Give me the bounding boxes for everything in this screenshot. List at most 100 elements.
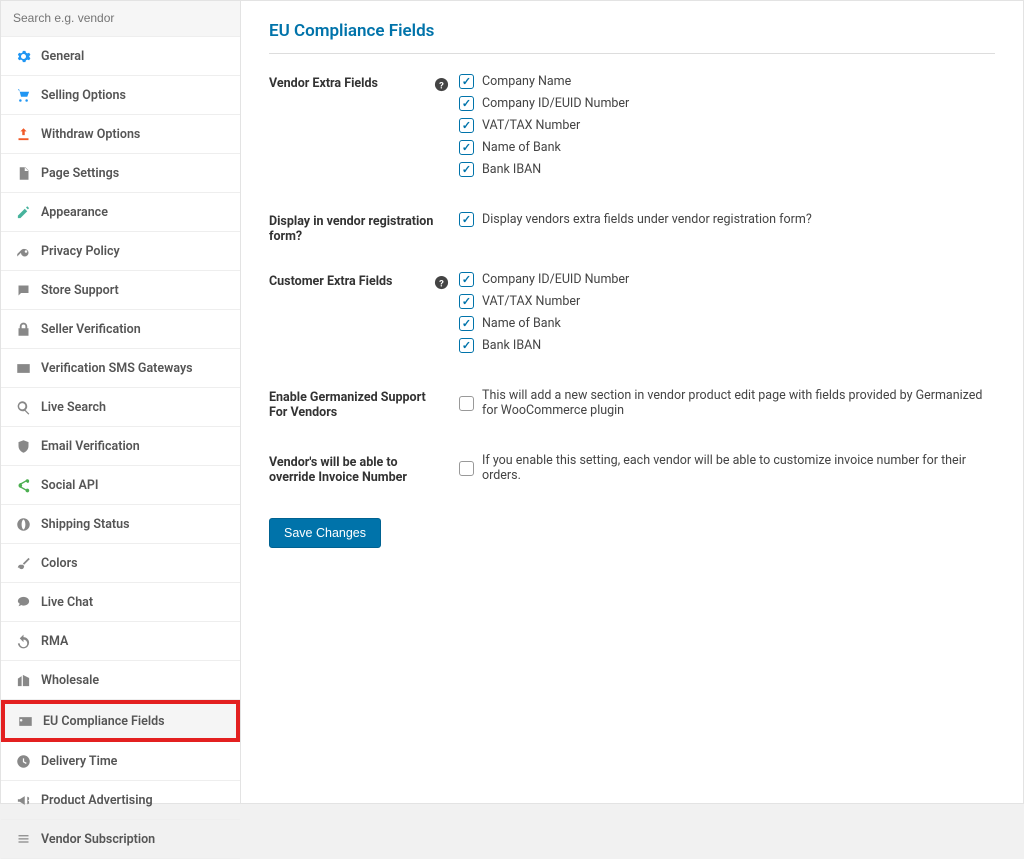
checkbox-customer-vat-tax-number[interactable] [459,294,474,309]
sidebar-item-label: Appearance [41,205,108,220]
option-germanized: This will add a new section in vendor pr… [482,388,995,418]
sidebar-item-selling-options[interactable]: Selling Options [1,76,240,115]
bubble-icon [15,594,31,610]
help-icon[interactable]: ? [434,275,449,290]
row-display-registration: Display in vendor registration form? Dis… [269,212,995,244]
save-button[interactable]: Save Changes [269,518,381,548]
clock-icon [15,753,31,769]
building-icon [15,672,31,688]
option-display-registration: Display vendors extra fields under vendo… [482,212,812,227]
checkbox-customer-company-id-euid-number[interactable] [459,272,474,287]
sidebar-item-email-verification[interactable]: Email Verification [1,427,240,466]
sidebar-item-label: Live Search [41,400,106,415]
lock-icon [15,321,31,337]
checkbox-vendor-vat-tax-number[interactable] [459,118,474,133]
checkbox-label: Company ID/EUID Number [482,96,629,111]
sidebar-item-colors[interactable]: Colors [1,544,240,583]
globe-icon [15,516,31,532]
card-icon [17,713,33,729]
checkbox-label: Name of Bank [482,316,561,331]
sidebar-item-label: Seller Verification [41,322,141,337]
sidebar-item-live-search[interactable]: Live Search [1,388,240,427]
sidebar-item-eu-compliance-fields[interactable]: EU Compliance Fields [1,700,240,742]
cart-icon [15,87,31,103]
content-area: EU Compliance Fields Vendor Extra Fields… [241,1,1023,803]
label-override-invoice: Vendor's will be able to override Invoic… [269,453,434,485]
label-display-registration: Display in vendor registration form? [269,212,434,244]
option-override-invoice: If you enable this setting, each vendor … [482,453,995,483]
sidebar-item-label: Wholesale [41,673,99,688]
settings-sidebar: General Selling Options Withdraw Options Pa… [1,1,241,803]
sidebar-item-appearance[interactable]: Appearance [1,193,240,232]
row-vendor-extra-fields: Vendor Extra Fields ? Company Name Compan… [269,74,995,184]
sidebar-item-withdraw-options[interactable]: Withdraw Options [1,115,240,154]
share-icon [15,477,31,493]
sidebar-item-vendor-subscription[interactable]: Vendor Subscription [1,820,240,859]
sidebar-item-label: Vendor Subscription [41,832,155,847]
sidebar-item-label: Page Settings [41,166,119,181]
sidebar-item-product-advertising[interactable]: Product Advertising [1,781,240,820]
sidebar-item-social-api[interactable]: Social API [1,466,240,505]
label-germanized: Enable Germanized Support For Vendors [269,388,434,420]
checkbox-label: Name of Bank [482,140,561,155]
checkbox-label: Bank IBAN [482,162,541,177]
svg-text:?: ? [439,278,444,289]
sidebar-item-label: Privacy Policy [41,244,120,259]
checkbox-label: Company Name [482,74,571,89]
checkbox-label: VAT/TAX Number [482,118,580,133]
key-icon [15,243,31,259]
sidebar-item-label: Withdraw Options [41,127,140,142]
sidebar-item-delivery-time[interactable]: Delivery Time [1,742,240,781]
checkbox-label: Company ID/EUID Number [482,272,629,287]
pencil-icon [15,204,31,220]
page-title: EU Compliance Fields [269,21,995,54]
sidebar-item-label: Live Chat [41,595,93,610]
checkbox-vendor-company-name[interactable] [459,74,474,89]
sidebar-item-label: Delivery Time [41,754,117,769]
upload-icon [15,126,31,142]
shield-icon [15,438,31,454]
checkbox-override-invoice[interactable] [459,461,474,476]
sidebar-item-label: Verification SMS Gateways [41,361,193,376]
sidebar-item-shipping-status[interactable]: Shipping Status [1,505,240,544]
label-vendor-extra: Vendor Extra Fields [269,74,434,91]
chat-icon [15,282,31,298]
sidebar-item-label: Selling Options [41,88,126,103]
checkbox-label: VAT/TAX Number [482,294,580,309]
sidebar-item-label: EU Compliance Fields [43,714,165,729]
help-icon[interactable]: ? [434,77,449,92]
sidebar-item-store-support[interactable]: Store Support [1,271,240,310]
brush-icon [15,555,31,571]
list-icon [15,831,31,847]
sidebar-item-general[interactable]: General [1,37,240,76]
mail-icon [15,360,31,376]
sidebar-item-privacy-policy[interactable]: Privacy Policy [1,232,240,271]
search-input[interactable] [13,11,228,25]
checkbox-display-registration[interactable] [459,212,474,227]
checkbox-vendor-bank-iban[interactable] [459,162,474,177]
sidebar-item-verification-sms-gateways[interactable]: Verification SMS Gateways [1,349,240,388]
sidebar-item-label: Product Advertising [41,793,153,808]
checkbox-germanized[interactable] [459,396,474,411]
label-customer-extra: Customer Extra Fields [269,272,434,289]
checkbox-vendor-company-id-euid-number[interactable] [459,96,474,111]
checkbox-vendor-name-of-bank[interactable] [459,140,474,155]
checkbox-customer-name-of-bank[interactable] [459,316,474,331]
sidebar-item-label: General [41,49,84,64]
sidebar-item-rma[interactable]: RMA [1,622,240,661]
search-icon [15,399,31,415]
sidebar-item-label: Colors [41,556,78,571]
svg-text:?: ? [439,80,444,91]
page-icon [15,165,31,181]
sidebar-item-label: Email Verification [41,439,140,454]
sidebar-item-page-settings[interactable]: Page Settings [1,154,240,193]
sidebar-item-seller-verification[interactable]: Seller Verification [1,310,240,349]
sidebar-item-wholesale[interactable]: Wholesale [1,661,240,700]
sidebar-search-box [1,1,240,37]
undo-icon [15,633,31,649]
sidebar-item-label: Store Support [41,283,119,298]
megaphone-icon [15,792,31,808]
row-override-invoice: Vendor's will be able to override Invoic… [269,453,995,490]
checkbox-customer-bank-iban[interactable] [459,338,474,353]
sidebar-item-live-chat[interactable]: Live Chat [1,583,240,622]
